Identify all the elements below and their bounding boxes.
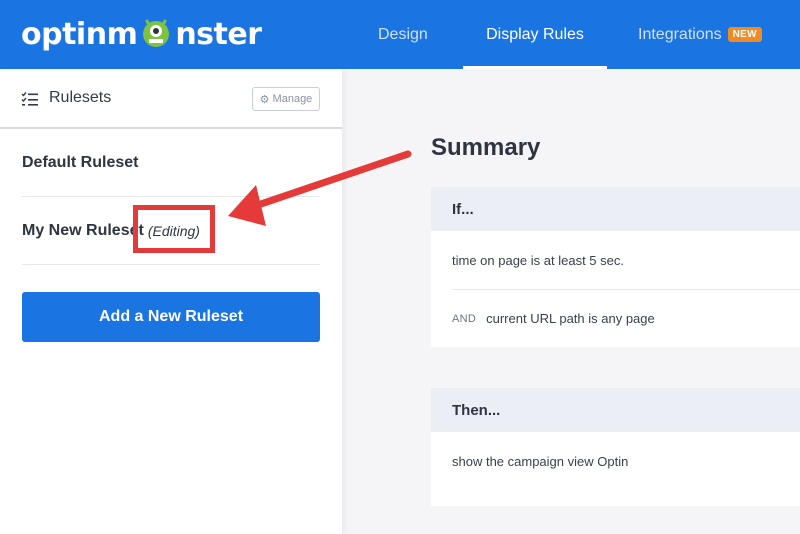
tab-integrations[interactable]: Integrations NEW bbox=[638, 0, 762, 69]
condition-text: time on page is at least 5 sec. bbox=[452, 252, 624, 268]
action-row[interactable]: show the campaign view Optin bbox=[452, 432, 800, 490]
tab-display-rules[interactable]: Display Rules bbox=[463, 0, 607, 69]
and-connector: AND bbox=[452, 312, 477, 325]
ruleset-name: Default Ruleset bbox=[22, 153, 139, 171]
logo-text-left: optinm bbox=[21, 16, 138, 52]
tab-design-label: Design bbox=[378, 25, 428, 43]
ruleset-name: My New Ruleset bbox=[22, 221, 144, 239]
new-badge: NEW bbox=[727, 27, 762, 42]
editing-highlight-box bbox=[133, 205, 215, 253]
then-heading: Then... bbox=[431, 388, 800, 432]
checklist-icon bbox=[21, 92, 38, 106]
add-new-ruleset-button[interactable]: Add a New Ruleset bbox=[22, 292, 320, 342]
tab-display-rules-label: Display Rules bbox=[486, 25, 584, 43]
tab-integrations-label: Integrations bbox=[638, 25, 722, 43]
rulesets-title: Rulesets bbox=[49, 89, 112, 106]
condition-text: current URL path is any page bbox=[486, 311, 655, 326]
optinmonster-logo[interactable]: optinm nster bbox=[21, 10, 262, 58]
condition-row[interactable]: time on page is at least 5 sec. bbox=[452, 231, 800, 289]
gear-icon: ⚙ bbox=[259, 93, 270, 106]
rulesets-header: Rulesets ⚙ Manage bbox=[0, 69, 342, 129]
if-conditions-card: If... time on page is at least 5 sec. AN… bbox=[431, 187, 800, 347]
add-new-ruleset-label: Add a New Ruleset bbox=[98, 308, 244, 325]
ruleset-item-default[interactable]: Default Ruleset bbox=[22, 129, 320, 197]
top-navigation-bar: optinm nster Design Display Rules Integr… bbox=[0, 0, 800, 69]
summary-title: Summary bbox=[431, 134, 541, 161]
action-text: show the campaign view Optin bbox=[452, 453, 629, 469]
tab-design[interactable]: Design bbox=[378, 0, 428, 69]
if-heading: If... bbox=[431, 187, 800, 231]
manage-button[interactable]: ⚙ Manage bbox=[252, 87, 320, 111]
condition-row[interactable]: AND current URL path is any page bbox=[452, 289, 800, 347]
manage-label: Manage bbox=[272, 93, 313, 105]
logo-text-right: nster bbox=[175, 16, 262, 52]
monster-logo-icon bbox=[138, 14, 174, 50]
then-actions-card: Then... show the campaign view Optin bbox=[431, 388, 800, 506]
rulesets-sidebar: Rulesets ⚙ Manage Default Ruleset My New… bbox=[0, 69, 342, 534]
